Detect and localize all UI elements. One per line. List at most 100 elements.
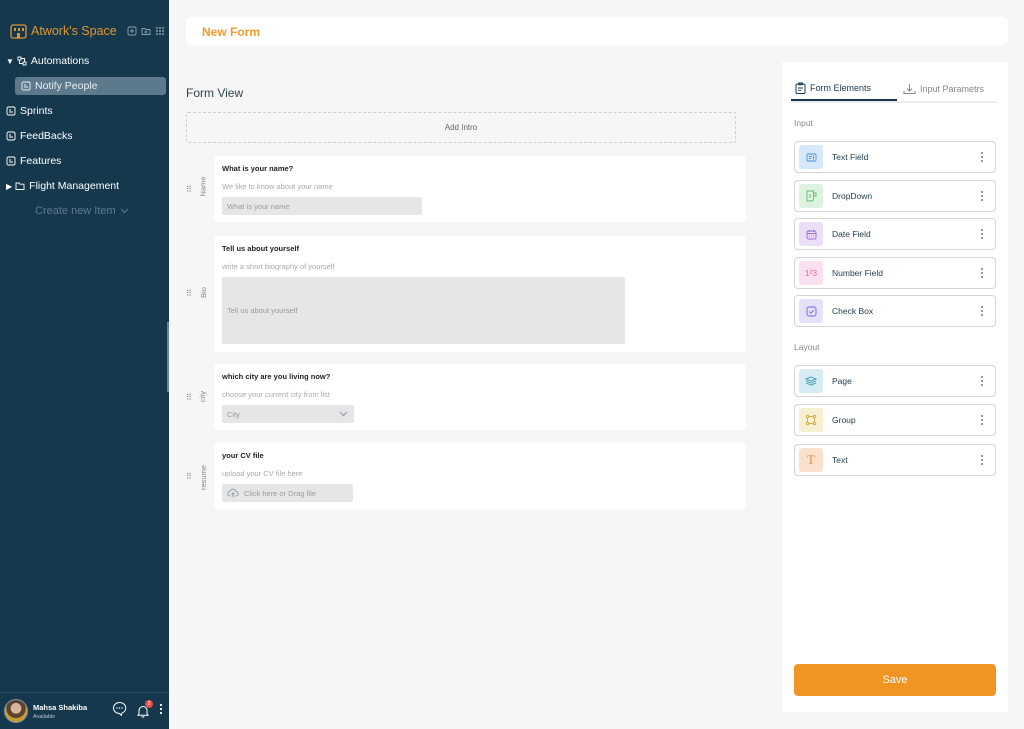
notifications-button[interactable]: 2	[136, 700, 153, 718]
building-icon	[10, 24, 27, 39]
sidebar-item-label: Notify People	[35, 80, 98, 92]
name-input[interactable]: What is your name	[222, 197, 422, 215]
city-dropdown[interactable]: City	[222, 405, 354, 423]
input-section-label: Input	[794, 118, 813, 128]
field-key: Name	[198, 176, 208, 197]
field-description: upload your CV file here	[222, 469, 303, 478]
field-description: We like to know about your name	[222, 182, 333, 191]
dropdown-value: City	[227, 409, 240, 419]
element-group[interactable]: Group	[794, 404, 996, 436]
create-new-item-button[interactable]: Create new Item	[35, 205, 129, 217]
tab-form-elements[interactable]: Form Elements	[791, 77, 897, 101]
chevron-down-icon	[339, 411, 348, 417]
sidebar-item-flight-management[interactable]: ▶ Flight Management	[6, 177, 119, 195]
document-icon	[6, 106, 16, 116]
add-folder-icon[interactable]	[141, 26, 151, 36]
calendar-icon	[799, 222, 823, 246]
kebab-menu-icon[interactable]	[981, 229, 983, 239]
text-field-icon	[799, 145, 823, 169]
kebab-menu-icon[interactable]	[981, 306, 983, 316]
sidebar: Atwork's Space ▼ Automations Notify Peop…	[0, 0, 169, 729]
caret-down-icon: ▼	[6, 56, 14, 66]
file-upload-dropzone[interactable]: Click here or Drag file	[222, 484, 353, 502]
upload-placeholder: Click here or Drag file	[244, 488, 317, 498]
panel-tabs: Form Elements Input Parametrs	[791, 77, 997, 103]
caret-right-icon: ▶	[6, 181, 13, 191]
sidebar-item-notify-people[interactable]: Notify People	[15, 77, 166, 95]
kebab-menu-icon[interactable]	[981, 191, 983, 201]
element-check-box[interactable]: Check Box	[794, 295, 996, 327]
user-name: Mahsa Shakiba	[33, 702, 88, 712]
form-field-row: ⠿ city which city are you living now? ch…	[186, 364, 746, 430]
document-icon	[21, 81, 31, 91]
form-view-title: Form View	[186, 86, 244, 100]
grid-menu-icon[interactable]	[155, 26, 165, 36]
document-icon	[6, 131, 16, 141]
element-label: Number Field	[832, 268, 884, 278]
avatar[interactable]	[4, 699, 28, 723]
more-options-icon[interactable]	[159, 702, 163, 720]
page-title: New Form	[202, 25, 261, 39]
kebab-menu-icon[interactable]	[981, 268, 983, 278]
field-key: Bio	[198, 287, 208, 298]
tab-input-parameters[interactable]: Input Parametrs	[897, 77, 984, 101]
field-label: your CV file	[222, 451, 264, 460]
layers-icon	[799, 369, 823, 393]
cloud-upload-icon	[227, 488, 239, 498]
bio-textarea[interactable]: Tell us about yourself	[222, 277, 625, 344]
element-text[interactable]: T Text	[794, 444, 996, 476]
chat-icon[interactable]	[112, 701, 127, 721]
element-label: Group	[832, 415, 856, 425]
element-number-field[interactable]: 1²3 Number Field	[794, 257, 996, 289]
sidebar-item-label: Flight Management	[29, 180, 120, 192]
workspace-header: Atwork's Space	[10, 22, 165, 39]
element-dropdown[interactable]: DropDown	[794, 180, 996, 212]
number-icon: 1²3	[799, 261, 823, 285]
group-icon	[799, 408, 823, 432]
element-label: DropDown	[832, 191, 873, 201]
field-card[interactable]: Tell us about yourself write a short bio…	[214, 236, 746, 352]
field-key: city	[198, 390, 208, 403]
sidebar-item-label: FeedBacks	[20, 130, 73, 142]
kebab-menu-icon[interactable]	[981, 152, 983, 162]
kebab-menu-icon[interactable]	[981, 455, 983, 465]
notification-badge: 2	[145, 700, 153, 708]
sidebar-item-label: Sprints	[20, 105, 53, 117]
kebab-menu-icon[interactable]	[981, 376, 983, 386]
user-footer: Mahsa Shakiba Available 2	[0, 692, 169, 729]
field-label: Tell us about yourself	[222, 244, 299, 253]
add-document-icon[interactable]	[127, 26, 137, 36]
element-label: Date Field	[832, 229, 871, 239]
workspace-title: Atwork's Space	[31, 23, 117, 38]
sidebar-item-label: Features	[20, 155, 62, 167]
element-date-field[interactable]: Date Field	[794, 218, 996, 250]
create-new-item-label: Create new Item	[35, 205, 116, 217]
page-header: New Form	[186, 17, 1008, 45]
form-field-row: ⠿ Name What is your name? We like to kno…	[186, 156, 746, 222]
kebab-menu-icon[interactable]	[981, 415, 983, 425]
user-status: Available	[33, 713, 56, 720]
field-card[interactable]: your CV file upload your CV file here Cl…	[214, 443, 746, 509]
chevron-down-icon	[120, 208, 129, 214]
text-icon: T	[799, 448, 823, 472]
sidebar-item-feedbacks[interactable]: FeedBacks	[6, 127, 73, 145]
form-field-row: ⠿ Bio Tell us about yourself write a sho…	[186, 236, 746, 352]
element-label: Text Field	[832, 152, 869, 162]
element-page[interactable]: Page	[794, 365, 996, 397]
sidebar-item-sprints[interactable]: Sprints	[6, 102, 53, 120]
save-button[interactable]: Save	[794, 664, 996, 696]
field-card[interactable]: which city are you living now? choose yo…	[214, 364, 746, 430]
tab-label: Form Elements	[810, 83, 872, 93]
field-label: which city are you living now?	[222, 372, 331, 381]
field-card[interactable]: What is your name? We like to know about…	[214, 156, 746, 222]
element-label: Check Box	[832, 306, 874, 316]
element-label: Page	[832, 376, 852, 386]
element-label: Text	[832, 455, 848, 465]
sidebar-item-features[interactable]: Features	[6, 152, 61, 170]
element-text-field[interactable]: Text Field	[794, 141, 996, 173]
add-intro-button[interactable]: Add Intro	[186, 112, 736, 143]
sidebar-scrollbar[interactable]	[167, 322, 169, 392]
layout-section-label: Layout	[794, 342, 820, 352]
tab-label: Input Parametrs	[920, 84, 985, 94]
sidebar-item-automations[interactable]: ▼ Automations	[6, 52, 89, 70]
